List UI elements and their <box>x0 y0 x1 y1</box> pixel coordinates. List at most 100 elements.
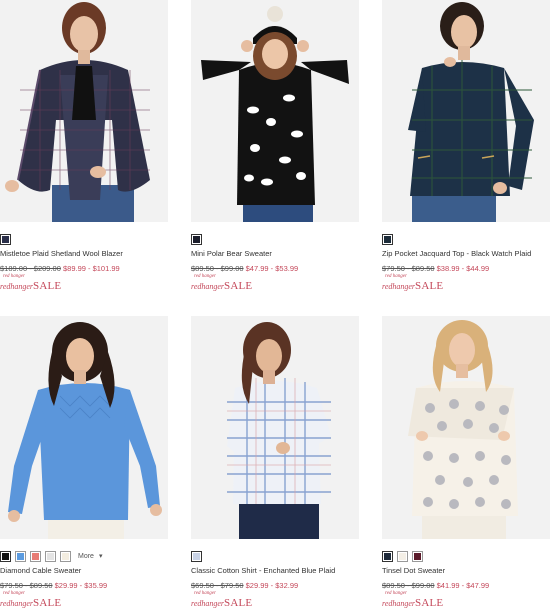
promo-hanger-text: hanger <box>201 599 225 608</box>
red-hanger-sale-badge: red hanger redhangerSALE <box>382 591 550 608</box>
diamond-cable-sweater-model-illustration <box>0 316 168 539</box>
color-swatch-fill <box>384 552 391 560</box>
product-price: $79.50 - $89.50 $38.99 - $44.99 <box>382 264 550 274</box>
color-swatch[interactable] <box>0 550 11 562</box>
product-card-zip-pocket-top[interactable]: Zip Pocket Jacquard Top - Black Watch Pl… <box>382 0 550 292</box>
red-hanger-sale-badge: red hanger redhangerSALE <box>0 591 168 608</box>
promo-sale-text: SALE <box>33 280 62 292</box>
chevron-down-icon[interactable]: ▾ <box>99 552 103 560</box>
promo-sale-text: SALE <box>415 280 444 292</box>
sale-price: $41.99 - $47.99 <box>436 581 490 590</box>
product-name[interactable]: Classic Cotton Shirt - Enchanted Blue Pl… <box>191 566 359 576</box>
promo-hanger-text: hanger <box>201 282 225 291</box>
color-swatch[interactable] <box>191 550 202 562</box>
promo-sale-text: SALE <box>224 597 253 608</box>
original-price: $79.50 - $89.50 <box>382 264 435 273</box>
polar-bear-sweater-model-illustration <box>191 0 359 222</box>
promo-hanger-text: hanger <box>10 282 34 291</box>
color-swatch[interactable] <box>397 550 408 562</box>
tinsel-dot-sweater-model-illustration <box>382 316 550 539</box>
color-swatch-fill <box>2 235 9 243</box>
promo-small-text: red hanger <box>385 591 407 596</box>
promo-sale-text: SALE <box>224 280 253 292</box>
sale-price: $38.99 - $44.99 <box>436 264 490 273</box>
zip-pocket-top-model-illustration <box>382 0 550 222</box>
color-swatch-fill <box>62 552 69 560</box>
color-swatch-fill <box>47 552 54 560</box>
color-swatches: More ▾ <box>0 550 168 562</box>
promo-hanger-text: hanger <box>10 599 34 608</box>
promo-small-text: red hanger <box>3 591 25 596</box>
promo-sale-text: SALE <box>415 597 444 608</box>
color-swatch[interactable] <box>382 550 393 562</box>
product-name[interactable]: Zip Pocket Jacquard Top - Black Watch Pl… <box>382 249 550 259</box>
product-image-mistletoe-blazer[interactable] <box>0 0 168 222</box>
red-hanger-sale-badge: red hanger redhangerSALE <box>0 274 168 292</box>
color-swatches <box>0 233 168 245</box>
product-price: $189.00 - $209.00 $89.99 - $101.99 <box>0 264 168 274</box>
promo-small-text: red hanger <box>194 591 216 596</box>
red-hanger-sale-badge: red hanger redhangerSALE <box>191 274 359 292</box>
color-swatches <box>382 550 550 562</box>
product-price: $89.50 - $99.00 $47.99 - $53.99 <box>191 264 359 274</box>
color-swatch[interactable] <box>30 550 41 562</box>
color-swatch[interactable] <box>60 550 71 562</box>
color-swatch-fill <box>193 235 200 243</box>
product-name[interactable]: Tinsel Dot Sweater <box>382 566 550 576</box>
color-swatch-fill <box>399 552 406 560</box>
color-swatch-fill <box>32 552 39 560</box>
red-hanger-sale-badge: red hanger redhangerSALE <box>382 274 550 292</box>
promo-red-text: red <box>0 599 11 608</box>
color-swatch-fill <box>193 552 200 560</box>
color-swatch[interactable] <box>412 550 423 562</box>
color-swatches <box>191 233 359 245</box>
color-swatch-fill <box>384 235 391 243</box>
original-price: $69.50 - $79.50 <box>191 581 244 590</box>
promo-red-text: red <box>382 599 393 608</box>
product-name[interactable]: Mini Polar Bear Sweater <box>191 249 359 259</box>
promo-small-text: red hanger <box>3 274 25 279</box>
color-swatch[interactable] <box>45 550 56 562</box>
more-colors-link[interactable]: More <box>78 553 94 560</box>
product-image-diamond-cable-sweater[interactable] <box>0 316 168 539</box>
color-swatch[interactable] <box>191 233 202 245</box>
original-price: $89.50 - $99.00 <box>191 264 244 273</box>
product-card-diamond-cable-sweater[interactable]: More ▾ Diamond Cable Sweater $79.50 - $89… <box>0 316 168 608</box>
product-name[interactable]: Diamond Cable Sweater <box>0 566 168 576</box>
product-card-polar-bear-sweater[interactable]: Mini Polar Bear Sweater $89.50 - $99.00 … <box>191 0 359 292</box>
product-card-tinsel-dot-sweater[interactable]: Tinsel Dot Sweater $89.50 - $99.00 $41.9… <box>382 316 550 608</box>
color-swatch-fill <box>17 552 24 560</box>
product-card-classic-cotton-shirt[interactable]: Classic Cotton Shirt - Enchanted Blue Pl… <box>191 316 359 608</box>
product-card-mistletoe-blazer[interactable]: Mistletoe Plaid Shetland Wool Blazer $18… <box>0 0 168 292</box>
color-swatch[interactable] <box>15 550 26 562</box>
promo-small-text: red hanger <box>385 274 407 279</box>
sale-price: $29.99 - $35.99 <box>54 581 108 590</box>
promo-hanger-text: hanger <box>392 599 416 608</box>
color-swatches <box>191 550 359 562</box>
product-image-polar-bear-sweater[interactable] <box>191 0 359 222</box>
color-swatch[interactable] <box>382 233 393 245</box>
plaid-shirt-model-illustration <box>191 316 359 539</box>
promo-red-text: red <box>191 599 202 608</box>
original-price: $79.50 - $89.50 <box>0 581 53 590</box>
product-image-tinsel-dot-sweater[interactable] <box>382 316 550 539</box>
sale-price: $29.99 - $32.99 <box>245 581 299 590</box>
color-swatch-fill <box>2 552 9 560</box>
promo-sale-text: SALE <box>33 597 62 608</box>
product-price: $79.50 - $89.50 $29.99 - $35.99 <box>0 581 168 591</box>
red-hanger-sale-badge: red hanger redhangerSALE <box>191 591 359 608</box>
color-swatch[interactable] <box>0 233 11 245</box>
blazer-model-illustration <box>0 0 168 222</box>
sale-price: $89.99 - $101.99 <box>62 264 120 273</box>
product-grid: Mistletoe Plaid Shetland Wool Blazer $18… <box>0 0 550 608</box>
sale-price: $47.99 - $53.99 <box>245 264 299 273</box>
original-price: $189.00 - $209.00 <box>0 264 61 273</box>
product-price: $69.50 - $79.50 $29.99 - $32.99 <box>191 581 359 591</box>
promo-hanger-text: hanger <box>392 282 416 291</box>
promo-red-text: red <box>0 282 11 291</box>
product-image-classic-cotton-shirt[interactable] <box>191 316 359 539</box>
product-price: $89.50 - $99.00 $41.99 - $47.99 <box>382 581 550 591</box>
product-name[interactable]: Mistletoe Plaid Shetland Wool Blazer <box>0 249 168 259</box>
promo-small-text: red hanger <box>194 274 216 279</box>
product-image-zip-pocket-top[interactable] <box>382 0 550 222</box>
